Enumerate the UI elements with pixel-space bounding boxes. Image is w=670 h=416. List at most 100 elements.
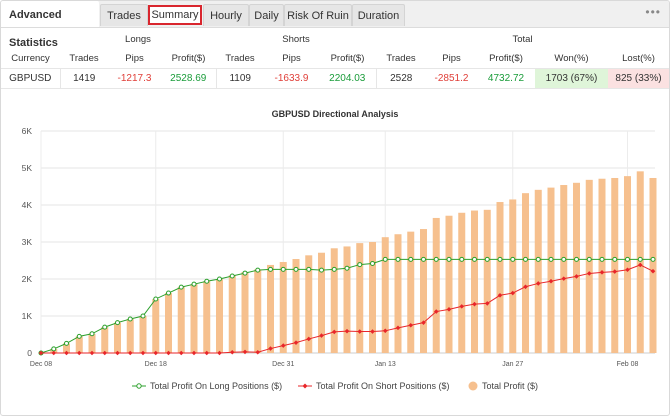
long-profit-point — [650, 256, 656, 262]
tab-daily[interactable]: Daily — [249, 4, 284, 26]
long-profit-point — [561, 256, 567, 262]
total-profit-bar — [126, 318, 134, 353]
total-profit-bar — [228, 275, 236, 353]
total-profit-bar — [215, 279, 224, 353]
total-profit-bar — [113, 322, 122, 353]
legend-long-label: Total Profit On Long Positions ($) — [150, 381, 283, 391]
cell-total-trades: 2528 — [375, 68, 426, 89]
long-profit-point — [204, 278, 210, 284]
total-profit-bar — [649, 177, 657, 353]
x-tick-label: Jan 13 — [375, 361, 396, 368]
group-longs: Longs — [125, 34, 151, 45]
long-profit-point — [293, 266, 299, 272]
header-long-trades: Trades — [69, 53, 99, 64]
total-profit-bar — [152, 298, 160, 353]
total-profit-bar — [432, 217, 440, 353]
legend-short-marker-icon — [298, 383, 312, 389]
tab-bar: Advanced Statistics Trades Summary Hourl… — [1, 1, 669, 49]
long-profit-point — [535, 256, 541, 262]
long-profit-point — [255, 267, 261, 273]
long-profit-point — [229, 273, 235, 279]
header-long-profit: Profit($) — [171, 53, 206, 64]
total-profit-bar — [356, 243, 364, 353]
header-short-pips: Pips — [282, 53, 301, 64]
cell-total-pips: -2851.2 — [426, 68, 477, 89]
long-profit-point — [574, 256, 579, 262]
tab-risk-of-ruin[interactable]: Risk Of Ruin — [284, 4, 352, 26]
long-profit-point — [484, 256, 490, 262]
header-total-pips: Pips — [442, 53, 461, 64]
cell-total-profit: 4732.72 — [477, 68, 535, 89]
total-profit-bar — [241, 271, 249, 353]
cell-short-pips: -1633.9 — [264, 68, 319, 89]
x-tick-label: Dec 18 — [145, 361, 167, 368]
header-short-profit: Profit($) — [330, 53, 365, 64]
total-profit-bar — [254, 269, 262, 353]
long-profit-point — [599, 256, 605, 262]
total-profit-bar — [394, 234, 402, 353]
long-profit-point — [331, 266, 337, 272]
tab-trades[interactable]: Trades — [100, 4, 148, 26]
header-currency: Currency — [11, 53, 50, 64]
y-tick-label: 5K — [22, 163, 33, 173]
total-profit-bar — [585, 179, 593, 353]
total-profit-bar — [101, 327, 109, 353]
group-shorts: Shorts — [282, 34, 310, 45]
total-profit-bar — [368, 242, 377, 353]
legend-total-label: Total Profit ($) — [482, 381, 539, 391]
long-profit-point — [612, 256, 618, 262]
long-profit-point — [472, 256, 477, 262]
cell-currency: GBPUSD — [1, 68, 60, 89]
legend-long[interactable]: Total Profit On Long Positions ($) — [132, 381, 282, 391]
long-profit-point — [625, 256, 630, 262]
total-profit-bar — [636, 171, 644, 353]
long-profit-point — [459, 256, 465, 262]
more-options-icon[interactable]: ••• — [645, 5, 661, 19]
tab-summary[interactable]: Summary — [148, 5, 202, 25]
table-row: GBPUSD 1419 -1217.3 2528.69 1109 -1633.9… — [1, 68, 669, 89]
long-profit-point — [217, 276, 222, 282]
long-profit-point — [127, 316, 133, 322]
cell-lost: 825 (33%) — [608, 68, 669, 89]
long-profit-point — [115, 320, 120, 326]
long-profit-point — [382, 256, 388, 262]
total-profit-bar — [458, 212, 466, 353]
cell-short-trades: 1109 — [215, 68, 264, 89]
long-profit-point — [497, 256, 503, 262]
total-profit-bar — [611, 177, 619, 353]
long-profit-point — [242, 270, 248, 276]
total-profit-bar — [572, 182, 581, 353]
chart-legend: Total Profit On Long Positions ($) Total… — [1, 381, 669, 395]
header-lost: Lost(%) — [622, 53, 655, 64]
long-profit-point — [548, 256, 554, 262]
long-profit-point — [446, 256, 452, 262]
directional-analysis-chart: 0 1K 2K 3K 4K 5K 6K Dec 08 Dec 18 Dec 31 Jan 13 Jan… — [22, 126, 657, 368]
x-tick-label: Dec 08 — [30, 361, 52, 368]
long-profit-point — [344, 265, 350, 271]
long-profit-point — [280, 266, 286, 272]
legend-short[interactable]: Total Profit On Short Positions ($) — [298, 381, 450, 391]
total-profit-bar — [470, 210, 479, 353]
long-profit-point — [370, 260, 375, 266]
long-profit-point — [102, 324, 108, 330]
long-profit-point — [166, 290, 171, 296]
x-tick-label: Jan 27 — [502, 361, 523, 368]
tab-hourly[interactable]: Hourly — [203, 4, 249, 26]
long-profit-point — [306, 266, 312, 272]
long-profit-point — [637, 256, 643, 262]
total-profit-bar — [381, 237, 389, 353]
total-profit-bar — [623, 176, 632, 353]
long-profit-point — [408, 256, 414, 262]
tab-duration[interactable]: Duration — [352, 4, 405, 26]
x-tick-label: Dec 31 — [272, 361, 294, 368]
header-long-pips: Pips — [125, 53, 144, 64]
total-profit-bar — [266, 264, 275, 353]
total-profit-bar — [203, 281, 211, 353]
total-profit-bar — [279, 261, 287, 353]
legend-total[interactable]: Total Profit ($) — [468, 381, 538, 391]
cell-short-profit: 2204.03 — [319, 68, 376, 89]
total-profit-bar — [509, 199, 517, 353]
chart-title: GBPUSD Directional Analysis — [271, 109, 399, 119]
total-profit-bar — [598, 178, 606, 353]
total-profit-bar — [547, 187, 555, 353]
